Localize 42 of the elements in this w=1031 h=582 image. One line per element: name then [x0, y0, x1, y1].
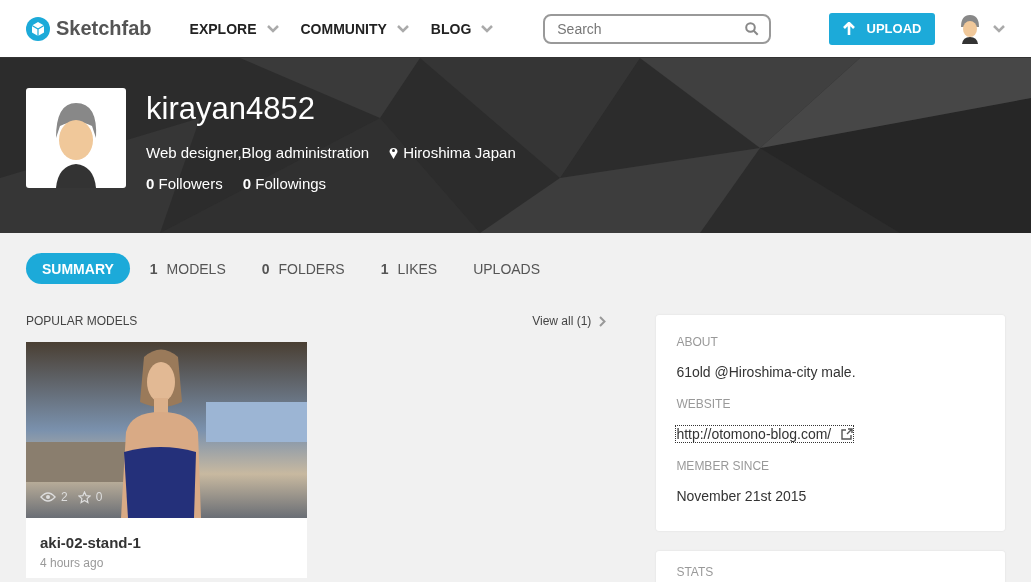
model-name: aki-02-stand-1: [40, 534, 142, 551]
chevron-right-icon: [599, 315, 607, 327]
followings-link[interactable]: 0 Followings: [242, 175, 327, 192]
view-count: 2: [61, 490, 68, 504]
eye-icon: [40, 492, 56, 502]
star-icon: [77, 490, 91, 504]
profile-tab[interactable]: 1 MODELS: [133, 253, 242, 284]
like-count: 0: [95, 490, 103, 504]
nav-menu-item[interactable]: COMMUNITY: [300, 20, 409, 37]
user-avatar-icon[interactable]: [959, 13, 981, 44]
location-pin-icon: [389, 146, 399, 159]
search-field[interactable]: Search: [543, 13, 772, 44]
followers-link[interactable]: 0 Followers: [146, 175, 223, 192]
bio-text: Web designer,Blog administration: [146, 144, 370, 161]
model-card[interactable]: 2 0 aki-02-stand-1 4 hours ago: [26, 342, 307, 578]
chevron-down-icon: [266, 24, 279, 33]
search-input[interactable]: Search: [555, 19, 746, 38]
website-link[interactable]: http://otomono-blog.com/: [676, 426, 854, 442]
profile-tab[interactable]: UPLOADS: [457, 253, 557, 284]
nav-menu-item[interactable]: BLOG: [430, 20, 494, 37]
model-time: 4 hours ago: [40, 556, 105, 570]
search-icon: [745, 21, 760, 36]
chevron-down-icon: [481, 24, 494, 33]
section-title: POPULAR MODELS: [26, 314, 138, 328]
section-value: November 21st 2015: [676, 488, 808, 504]
username: kirayan4852: [146, 90, 316, 128]
section-heading: WEBSITE: [676, 397, 732, 411]
location-text: Hiroshima Japan: [403, 144, 516, 161]
view-all-link[interactable]: View all (1): [532, 314, 607, 328]
chevron-down-icon: [396, 24, 409, 33]
section-heading: ABOUT: [676, 335, 719, 349]
nav-menu-item[interactable]: EXPLORE: [189, 20, 279, 37]
profile-tab[interactable]: 0 FOLDERS: [245, 253, 361, 284]
chevron-down-icon: [993, 24, 1005, 33]
section-heading: STATS: [676, 565, 715, 579]
external-link-icon: [841, 428, 854, 440]
cube-logo-icon[interactable]: [26, 16, 50, 41]
section-heading: MEMBER SINCE: [676, 459, 771, 473]
logo-text[interactable]: Sketchfab: [56, 17, 152, 40]
section-value: 61old @Hiroshima-city male.: [676, 364, 857, 380]
arrow-up-icon: [842, 22, 855, 35]
profile-tab[interactable]: 1 LIKES: [364, 253, 454, 284]
